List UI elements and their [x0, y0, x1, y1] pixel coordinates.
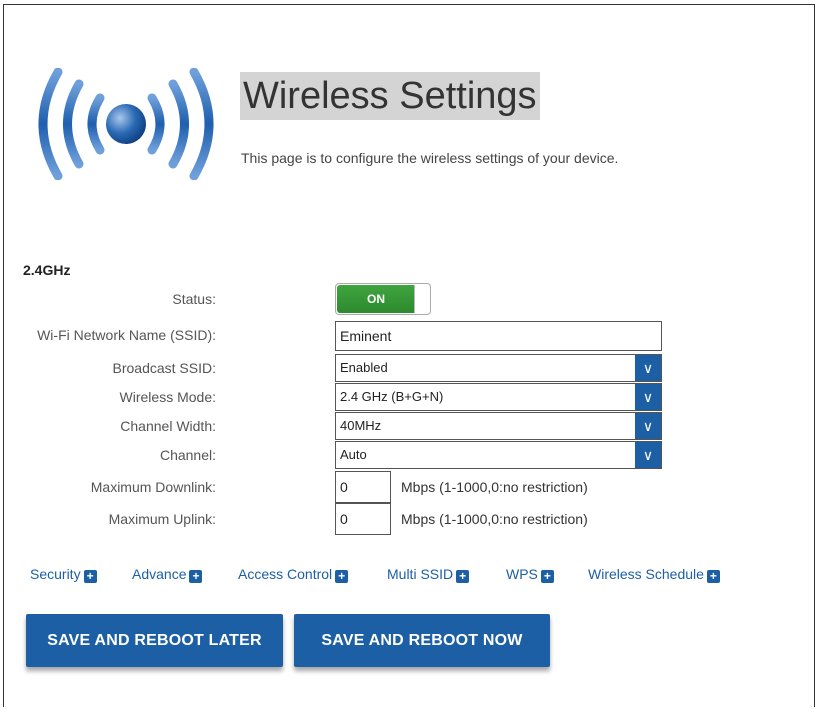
page-title: Wireless Settings — [240, 72, 540, 120]
status-row: Status: ON — [0, 283, 700, 315]
plus-icon: + — [706, 570, 720, 583]
section-link-label: Security — [30, 566, 81, 582]
section-link-label: Access Control — [238, 566, 333, 582]
wireless-mode-select[interactable]: 2.4 GHz (B+G+N) ∨ — [335, 383, 662, 411]
section-link-label: WPS — [506, 566, 538, 582]
max-downlink-row: Maximum Downlink: 0 Mbps (1-1000,0:no re… — [0, 471, 700, 503]
section-link-wps[interactable]: WPS + — [506, 566, 554, 583]
status-toggle[interactable]: ON — [335, 283, 431, 315]
channel-width-row: Channel Width: 40MHz ∨ — [0, 412, 700, 440]
status-toggle-on: ON — [337, 285, 415, 313]
broadcast-ssid-row: Broadcast SSID: Enabled ∨ — [0, 354, 700, 382]
max-uplink-input[interactable]: 0 — [335, 503, 391, 535]
wireless-mode-value: 2.4 GHz (B+G+N) — [340, 389, 444, 404]
section-link-security[interactable]: Security + — [30, 566, 97, 583]
status-label: Status: — [172, 291, 216, 307]
section-link-access-control[interactable]: Access Control + — [238, 566, 349, 583]
ssid-row: Wi-Fi Network Name (SSID): Eminent — [0, 321, 700, 351]
plus-icon: + — [83, 570, 97, 583]
channel-row: Channel: Auto ∨ — [0, 441, 700, 469]
max-downlink-unit: Mbps (1-1000,0:no restriction) — [401, 479, 588, 495]
chevron-down-icon[interactable]: ∨ — [635, 384, 661, 410]
broadcast-ssid-select[interactable]: Enabled ∨ — [335, 354, 662, 382]
section-link-multi-ssid[interactable]: Multi SSID + — [387, 566, 470, 583]
broadcast-ssid-value: Enabled — [340, 360, 388, 375]
section-link-label: Wireless Schedule — [588, 566, 704, 582]
ssid-input[interactable]: Eminent — [335, 321, 662, 351]
wireless-mode-label: Wireless Mode: — [119, 389, 216, 405]
save-reboot-now-button[interactable]: SAVE AND REBOOT NOW — [294, 614, 550, 667]
channel-label: Channel: — [159, 447, 216, 463]
channel-width-select[interactable]: 40MHz ∨ — [335, 412, 662, 440]
broadcast-ssid-label: Broadcast SSID: — [112, 360, 217, 376]
toggle-knob — [414, 285, 429, 313]
band-label: 2.4GHz — [23, 262, 71, 278]
ssid-label: Wi-Fi Network Name (SSID): — [37, 327, 216, 343]
wireless-mode-row: Wireless Mode: 2.4 GHz (B+G+N) ∨ — [0, 383, 700, 411]
page-description: This page is to configure the wireless s… — [241, 150, 619, 166]
max-uplink-label: Maximum Uplink: — [108, 511, 216, 527]
max-uplink-row: Maximum Uplink: 0 Mbps (1-1000,0:no rest… — [0, 503, 700, 535]
plus-icon: + — [335, 570, 349, 583]
channel-select[interactable]: Auto ∨ — [335, 441, 662, 469]
max-uplink-unit: Mbps (1-1000,0:no restriction) — [401, 511, 588, 527]
channel-value: Auto — [340, 447, 367, 462]
plus-icon: + — [189, 570, 203, 583]
wireless-signal-icon — [38, 68, 214, 180]
max-downlink-input[interactable]: 0 — [335, 471, 391, 503]
chevron-down-icon[interactable]: ∨ — [635, 442, 661, 468]
section-link-advance[interactable]: Advance + — [132, 566, 203, 583]
plus-icon: + — [456, 570, 470, 583]
section-link-label: Multi SSID — [387, 566, 454, 582]
section-link-label: Advance — [132, 566, 187, 582]
save-reboot-later-button[interactable]: SAVE AND REBOOT LATER — [26, 614, 283, 667]
channel-width-label: Channel Width: — [120, 418, 216, 434]
channel-width-value: 40MHz — [340, 418, 382, 433]
plus-icon: + — [540, 570, 554, 583]
chevron-down-icon[interactable]: ∨ — [635, 413, 661, 439]
max-downlink-label: Maximum Downlink: — [90, 479, 216, 495]
section-link-wireless-schedule[interactable]: Wireless Schedule + — [588, 566, 720, 583]
chevron-down-icon[interactable]: ∨ — [635, 355, 661, 381]
